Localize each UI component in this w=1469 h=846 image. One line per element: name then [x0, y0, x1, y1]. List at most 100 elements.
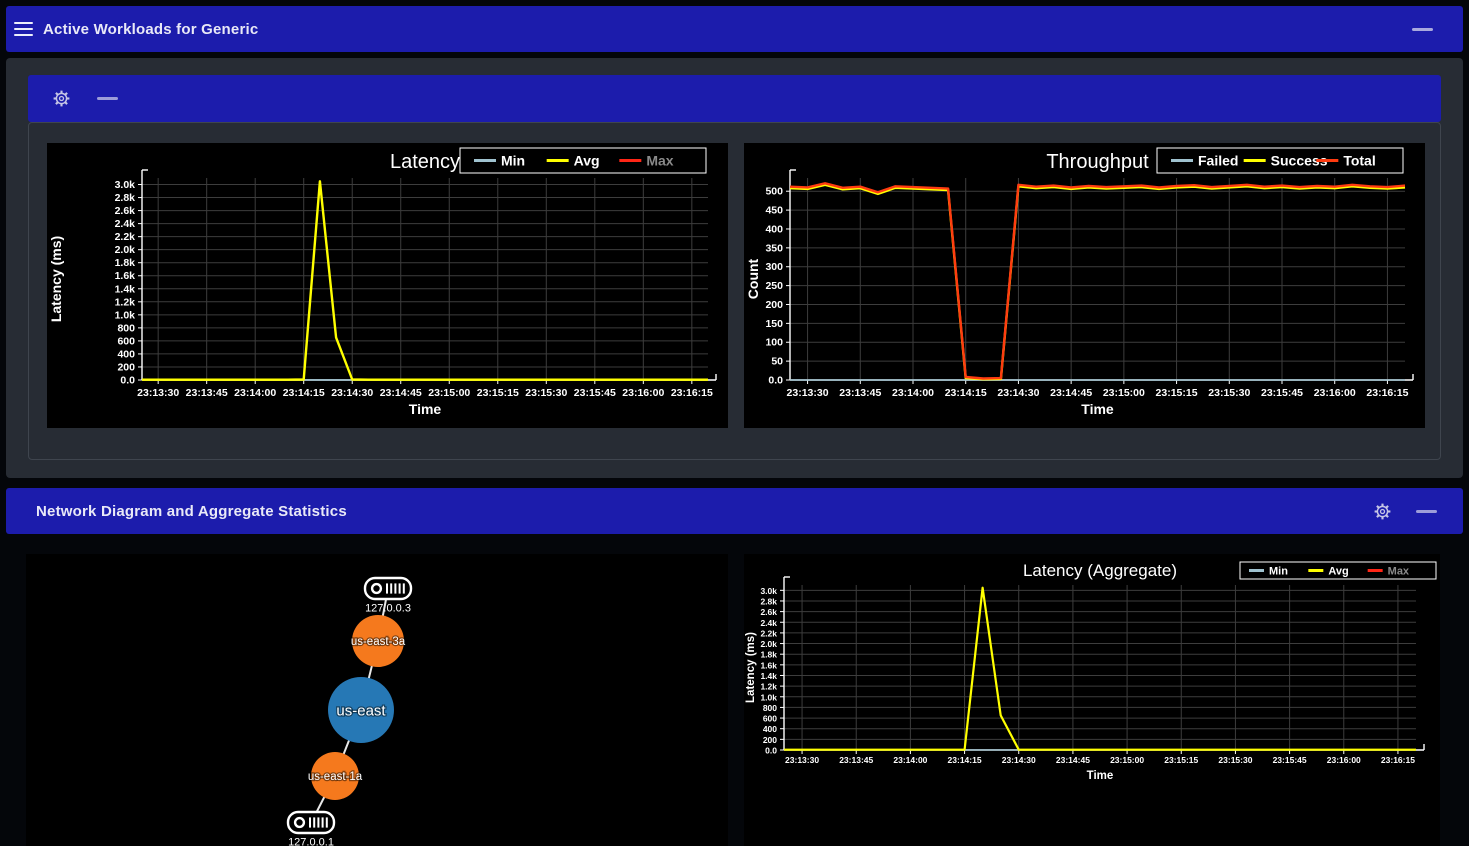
x-tick-label: 23:15:00: [428, 387, 470, 399]
hamburger-menu-icon[interactable]: [14, 22, 33, 37]
throughput-chart[interactable]: 23:13:3023:13:4523:14:0023:14:1523:14:30…: [744, 143, 1425, 428]
x-tick-label: 23:16:15: [1381, 755, 1415, 765]
x-tick-label: 23:13:30: [137, 387, 179, 399]
y-tick-label: 1.0k: [760, 692, 777, 702]
y-tick-label: 2.2k: [115, 231, 136, 243]
y-tick-label: 1.4k: [115, 283, 136, 295]
x-tick-label: 23:14:30: [1002, 755, 1036, 765]
x-axis-label: Time: [1081, 401, 1114, 417]
legend[interactable]: FailedSuccessTotal: [1157, 148, 1403, 173]
x-tick-label: 23:16:15: [671, 387, 713, 399]
x-tick-label: 23:14:00: [892, 387, 934, 399]
x-tick-label: 23:14:15: [948, 755, 982, 765]
node-label: us-east-1a: [308, 771, 363, 783]
x-tick-label: 23:16:15: [1366, 387, 1408, 399]
y-tick-label: 0.0: [120, 375, 135, 387]
y-axis-label: Count: [745, 258, 761, 299]
y-tick-label: 2.0k: [760, 639, 777, 649]
y-tick-label: 0.0: [765, 746, 777, 756]
y-axis-label: Latency (ms): [745, 632, 757, 703]
y-tick-label: 1.6k: [115, 270, 136, 282]
x-tick-label: 23:14:15: [945, 387, 987, 399]
zone-node[interactable]: us-east-3a: [351, 615, 406, 667]
x-tick-label: 23:16:00: [1327, 755, 1361, 765]
y-tick-label: 2.4k: [760, 618, 777, 628]
collapse-window-icon[interactable]: [1412, 28, 1433, 31]
x-tick-label: 23:14:45: [1050, 387, 1092, 399]
legend-label-min: Min: [501, 153, 525, 169]
legend-label-max: Max: [1388, 565, 1410, 577]
x-tick-label: 23:14:00: [234, 387, 276, 399]
region-node[interactable]: us-east: [328, 677, 394, 743]
y-tick-label: 0.0: [768, 375, 783, 387]
y-tick-label: 600: [763, 714, 777, 724]
y-tick-label: 3.0k: [760, 586, 777, 596]
charts-container: 23:13:30 23:13:45 23:14:00 23:14:15 23:14:30…: [28, 122, 1441, 460]
x-axis-label: Time: [409, 401, 442, 417]
gear-icon[interactable]: [52, 89, 71, 108]
y-tick-label: 50: [771, 356, 783, 368]
series-success: [790, 185, 1405, 379]
network-diagram[interactable]: 127.0.0.3 us-east-3a us-east us-east-1a 127.…: [26, 554, 728, 846]
collapse-panel-icon[interactable]: [97, 97, 118, 100]
section-title: Network Diagram and Aggregate Statistics: [36, 503, 347, 520]
y-tick-label: 1.4k: [760, 671, 777, 681]
y-tick-label: 2.8k: [760, 596, 777, 606]
host-node[interactable]: 127.0.0.3: [365, 578, 411, 615]
y-tick-label: 300: [765, 261, 783, 273]
x-tick-label: 23:16:00: [1314, 387, 1356, 399]
legend-label-min: Min: [1269, 565, 1288, 577]
host-node[interactable]: 127.0.0.1: [288, 812, 334, 846]
active-workloads-panel: 23:13:30 23:13:45 23:14:00 23:14:15 23:14:30…: [6, 58, 1463, 478]
node-label: us-east: [336, 702, 386, 719]
y-tick-label: 1.8k: [760, 650, 777, 660]
x-tick-label: 23:15:00: [1110, 755, 1144, 765]
chart-title: Latency: [390, 151, 460, 173]
y-tick-label: 200: [763, 735, 777, 745]
y-tick-label: 400: [763, 724, 777, 734]
y-tick-label: 3.0k: [115, 179, 136, 191]
y-tick-label: 600: [117, 335, 135, 347]
y-tick-label: 200: [765, 299, 783, 311]
latency-chart[interactable]: 23:13:3023:13:4523:14:0023:14:1523:14:30…: [47, 143, 728, 428]
latency-aggregate-chart[interactable]: 23:13:3023:13:4523:14:0023:14:1523:14:30…: [744, 554, 1440, 846]
node-label: us-east-3a: [351, 636, 406, 648]
y-tick-label: 800: [763, 703, 777, 713]
legend-label-avg: Avg: [574, 153, 600, 169]
legend-label-max: Max: [646, 153, 673, 169]
y-tick-label: 2.8k: [115, 192, 136, 204]
legend-label-avg: Avg: [1328, 565, 1348, 577]
x-tick-label: 23:14:30: [997, 387, 1039, 399]
y-tick-label: 800: [117, 322, 135, 334]
chart-title: Throughput: [1046, 151, 1149, 173]
y-tick-label: 2.6k: [115, 205, 136, 217]
gear-icon[interactable]: [1373, 502, 1392, 521]
collapse-section-icon[interactable]: [1416, 510, 1437, 513]
legend-label-total: Total: [1343, 153, 1375, 169]
x-tick-label: 23:14:00: [893, 755, 927, 765]
host-label: 127.0.0.1: [288, 837, 334, 846]
y-tick-label: 100: [765, 337, 783, 349]
y-tick-label: 400: [117, 348, 135, 360]
x-tick-label: 23:13:45: [839, 387, 881, 399]
y-tick-label: 2.2k: [760, 628, 777, 638]
y-tick-label: 500: [765, 186, 783, 198]
x-tick-label: 23:15:45: [574, 387, 616, 399]
y-tick-label: 1.8k: [115, 257, 136, 269]
workloads-toolbar: [28, 75, 1441, 122]
host-label: 127.0.0.3: [365, 603, 411, 615]
legend[interactable]: Min Avg Max: [1240, 562, 1436, 579]
x-tick-label: 23:15:15: [1156, 387, 1198, 399]
x-tick-label: 23:16:00: [622, 387, 664, 399]
window-titlebar: Active Workloads for Generic: [6, 6, 1463, 52]
y-tick-label: 350: [765, 242, 783, 254]
legend[interactable]: Min Avg Max: [460, 148, 706, 173]
chart-title: Latency (Aggregate): [1023, 561, 1177, 580]
y-tick-label: 1.6k: [760, 660, 777, 670]
x-tick-label: 23:13:45: [839, 755, 873, 765]
x-tick-label: 23:13:45: [186, 387, 228, 399]
x-tick-label: 23:15:45: [1261, 387, 1303, 399]
x-tick-label: 23:15:30: [1208, 387, 1250, 399]
x-tick-label: 23:14:45: [1056, 755, 1090, 765]
zone-node[interactable]: us-east-1a: [308, 752, 363, 800]
